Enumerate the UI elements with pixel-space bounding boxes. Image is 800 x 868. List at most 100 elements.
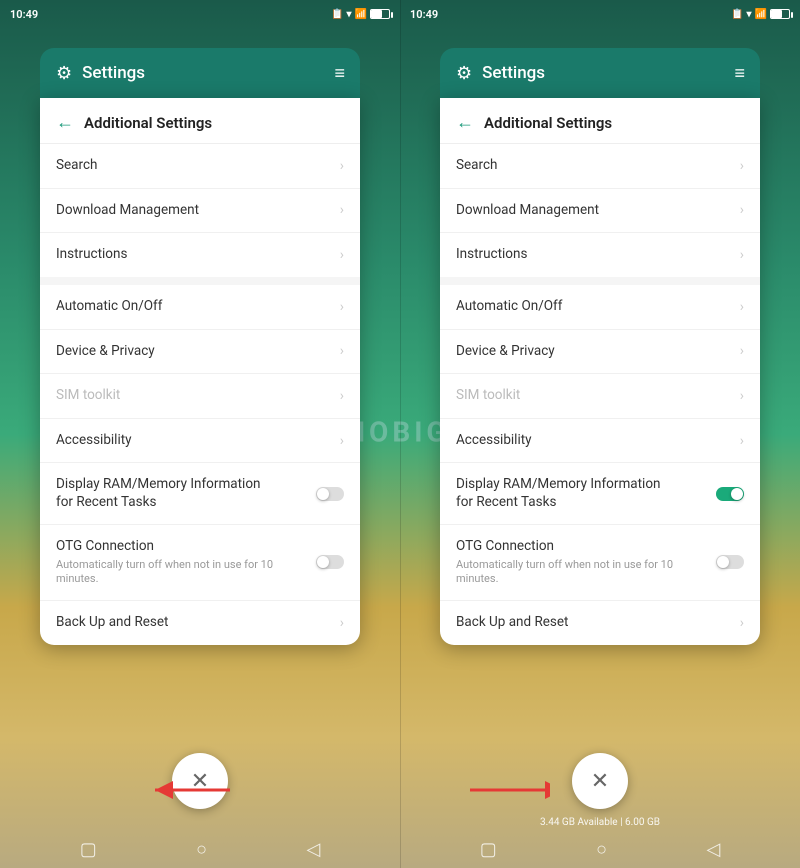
right-download-chevron: › xyxy=(740,202,744,218)
left-otg-item[interactable]: OTG Connection Automatically turn off wh… xyxy=(40,525,360,600)
notification-icon-r: 📋 xyxy=(731,9,743,20)
time-right: 10:49 xyxy=(410,8,438,21)
battery-icon-left xyxy=(370,9,390,19)
wifi-icon-r: ▾ xyxy=(747,9,752,20)
left-instructions-item[interactable]: Instructions › xyxy=(40,233,360,277)
right-red-arrow xyxy=(460,780,550,800)
left-search-item[interactable]: Search › xyxy=(40,144,360,189)
right-instructions-chevron: › xyxy=(740,247,744,263)
left-otg-sublabel: Automatically turn off when not in use f… xyxy=(56,558,316,587)
right-ram-item[interactable]: Display RAM/Memory Informationfor Recent… xyxy=(440,463,760,525)
left-backup-label: Back Up and Reset xyxy=(56,614,340,632)
storage-info: 3.44 GB Available | 6.00 GB xyxy=(540,817,660,828)
left-backup-chevron: › xyxy=(340,615,344,631)
left-ram-item[interactable]: Display RAM/Memory Informationfor Recent… xyxy=(40,463,360,525)
right-search-label: Search xyxy=(456,157,740,175)
left-back-arrow[interactable]: ← xyxy=(56,112,74,133)
right-accessibility-chevron: › xyxy=(740,433,744,449)
left-simtoolkit-label: SIM toolkit xyxy=(56,387,340,405)
left-otg-toggle[interactable] xyxy=(316,555,344,569)
left-back-header: ← Additional Settings xyxy=(40,98,360,144)
left-simtoolkit-chevron: › xyxy=(340,388,344,404)
right-search-chevron: › xyxy=(740,158,744,174)
right-search-item[interactable]: Search › xyxy=(440,144,760,189)
right-otg-toggle[interactable] xyxy=(716,555,744,569)
nav-bar: ▢ ○ ◁ ▢ ○ ◁ xyxy=(0,830,800,868)
left-nav-back[interactable]: ◁ xyxy=(306,839,320,860)
right-nav-back[interactable]: ◁ xyxy=(706,839,720,860)
notification-icon: 📋 xyxy=(331,9,343,20)
left-accessibility-item[interactable]: Accessibility › xyxy=(40,419,360,464)
right-simtoolkit-item: SIM toolkit › xyxy=(440,374,760,419)
right-otg-item[interactable]: OTG Connection Automatically turn off wh… xyxy=(440,525,760,600)
right-panel: ⚙ Settings ≡ ← Additional Settings Searc… xyxy=(400,28,800,868)
right-back-header: ← Additional Settings xyxy=(440,98,760,144)
panel-divider xyxy=(400,0,401,868)
left-group-1: Search › Download Management › Instructi… xyxy=(40,144,360,285)
left-otg-label: OTG Connection xyxy=(56,538,316,556)
status-bar: 10:49 📋 ▾ 📶 10:49 📋 ▾ 📶 xyxy=(0,0,800,28)
right-nav-circle[interactable]: ○ xyxy=(596,839,607,860)
left-ram-label: Display RAM/Memory Informationfor Recent… xyxy=(56,476,316,511)
left-accessibility-chevron: › xyxy=(340,433,344,449)
left-autoonoff-item[interactable]: Automatic On/Off › xyxy=(40,285,360,330)
status-icons-right: 📋 ▾ 📶 xyxy=(731,9,790,20)
right-group-1: Search › Download Management › Instructi… xyxy=(440,144,760,285)
right-privacy-chevron: › xyxy=(740,343,744,359)
bottom-area: ✕ ✕ 3.44 GB Available | 6.00 GB xyxy=(0,753,800,828)
right-autoonoff-item[interactable]: Automatic On/Off › xyxy=(440,285,760,330)
right-accessibility-item[interactable]: Accessibility › xyxy=(440,419,760,464)
left-backup-item[interactable]: Back Up and Reset › xyxy=(40,601,360,645)
right-autoonoff-label: Automatic On/Off xyxy=(456,298,740,316)
left-ram-toggle[interactable] xyxy=(316,487,344,501)
right-close-button[interactable]: ✕ xyxy=(572,753,628,809)
right-backup-chevron: › xyxy=(740,615,744,631)
left-privacy-chevron: › xyxy=(340,343,344,359)
right-nav-square[interactable]: ▢ xyxy=(480,839,497,860)
right-nav: ▢ ○ ◁ xyxy=(400,830,800,868)
left-download-chevron: › xyxy=(340,202,344,218)
left-menu-icon[interactable]: ≡ xyxy=(334,63,344,84)
left-autoonoff-chevron: › xyxy=(340,299,344,315)
right-privacy-item[interactable]: Device & Privacy › xyxy=(440,330,760,375)
left-accessibility-label: Accessibility xyxy=(56,432,340,450)
right-autoonoff-chevron: › xyxy=(740,299,744,315)
left-panel: ⚙ Settings ≡ ← Additional Settings Searc… xyxy=(0,28,400,868)
right-otg-sublabel: Automatically turn off when not in use f… xyxy=(456,558,716,587)
right-simtoolkit-chevron: › xyxy=(740,388,744,404)
left-search-label: Search xyxy=(56,157,340,175)
signal-icon-r: 📶 xyxy=(755,9,767,20)
left-instructions-chevron: › xyxy=(340,247,344,263)
right-simtoolkit-label: SIM toolkit xyxy=(456,387,740,405)
right-ram-toggle[interactable] xyxy=(716,487,744,501)
left-settings-card: ← Additional Settings Search › Download … xyxy=(40,98,360,645)
left-privacy-item[interactable]: Device & Privacy › xyxy=(40,330,360,375)
left-privacy-label: Device & Privacy xyxy=(56,343,340,361)
right-menu-icon[interactable]: ≡ xyxy=(734,63,744,84)
left-group-2: Automatic On/Off › Device & Privacy › SI… xyxy=(40,285,360,644)
right-instructions-item[interactable]: Instructions › xyxy=(440,233,760,277)
right-header-title: Settings xyxy=(482,63,724,83)
right-app-header: ⚙ Settings ≡ xyxy=(440,48,760,98)
left-nav-square[interactable]: ▢ xyxy=(80,839,97,860)
left-simtoolkit-item: SIM toolkit › xyxy=(40,374,360,419)
right-backup-item[interactable]: Back Up and Reset › xyxy=(440,601,760,645)
left-additional-settings-title: Additional Settings xyxy=(84,114,212,132)
right-accessibility-label: Accessibility xyxy=(456,432,740,450)
time-left: 10:49 xyxy=(10,8,38,21)
status-bar-left: 10:49 📋 ▾ 📶 xyxy=(0,0,400,28)
right-privacy-label: Device & Privacy xyxy=(456,343,740,361)
left-app-header: ⚙ Settings ≡ xyxy=(40,48,360,98)
left-autoonoff-label: Automatic On/Off xyxy=(56,298,340,316)
battery-icon-right xyxy=(770,9,790,19)
wifi-icon: ▾ xyxy=(347,9,352,20)
left-nav-circle[interactable]: ○ xyxy=(196,839,207,860)
right-additional-settings-title: Additional Settings xyxy=(484,114,612,132)
right-instructions-label: Instructions xyxy=(456,246,740,264)
left-download-item[interactable]: Download Management › xyxy=(40,189,360,234)
right-backup-label: Back Up and Reset xyxy=(456,614,740,632)
left-red-arrow xyxy=(150,780,240,800)
right-back-arrow[interactable]: ← xyxy=(456,112,474,133)
right-download-item[interactable]: Download Management › xyxy=(440,189,760,234)
left-nav: ▢ ○ ◁ xyxy=(0,830,400,868)
